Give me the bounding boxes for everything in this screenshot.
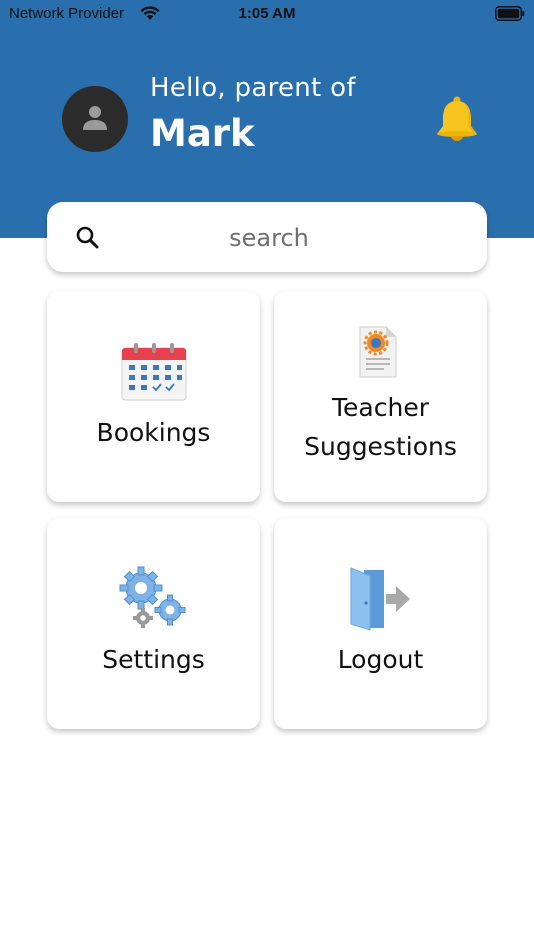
bookings-label: Bookings	[96, 418, 211, 447]
teacher-label-line1: Teacher	[332, 393, 429, 422]
search-icon	[76, 226, 99, 249]
logout-tile[interactable]: Logout	[274, 518, 487, 729]
gears-icon	[119, 566, 186, 628]
teacher-suggestions-tile[interactable]: Teacher Suggestions	[274, 291, 487, 502]
app-screen: Network Provider 1:05 AM Hello, parent o…	[0, 0, 534, 950]
bookings-tile[interactable]: Bookings	[47, 291, 260, 502]
settings-tile[interactable]: Settings	[47, 518, 260, 729]
exit-door-icon	[350, 567, 410, 631]
battery-icon	[495, 6, 525, 21]
document-icon	[359, 326, 397, 378]
status-bar: Network Provider 1:05 AM	[0, 0, 534, 28]
avatar[interactable]	[62, 86, 128, 152]
clock-label: 1:05 AM	[238, 5, 296, 22]
person-icon	[83, 106, 107, 130]
child-name: Mark	[150, 112, 255, 155]
greeting-text: Hello, parent of	[150, 73, 356, 103]
search-input[interactable]	[127, 216, 411, 260]
settings-label: Settings	[102, 645, 205, 674]
search-bar[interactable]	[47, 202, 487, 272]
calendar-icon	[121, 343, 187, 401]
bell-icon[interactable]	[432, 94, 482, 144]
teacher-label-line2: Suggestions	[304, 432, 457, 461]
logout-label: Logout	[337, 645, 424, 674]
